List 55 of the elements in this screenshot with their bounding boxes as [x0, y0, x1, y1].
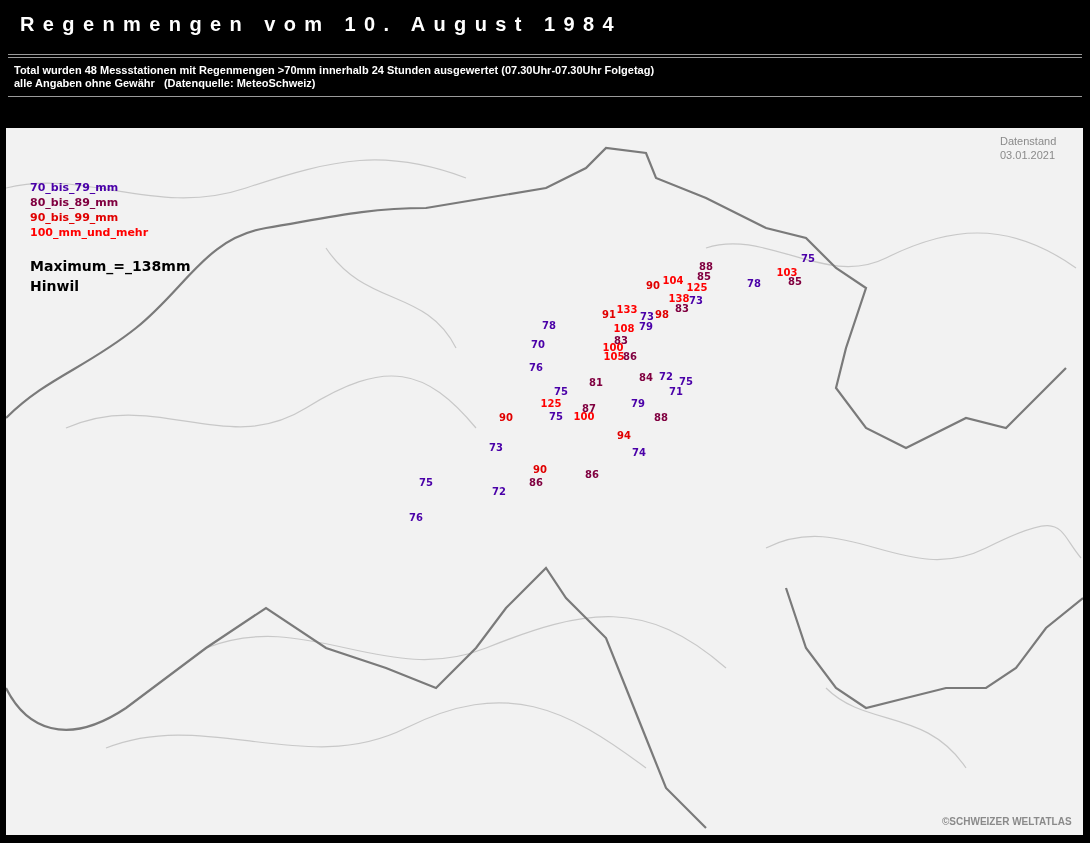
rainfall-value: 90	[499, 411, 513, 423]
rainfall-value: 73	[689, 294, 703, 306]
page-title: Regenmengen vom 10. August 1984	[20, 12, 622, 37]
legend-entry: 100_mm_und_mehr	[30, 225, 149, 240]
rainfall-value: 85	[697, 270, 711, 282]
rainfall-value: 88	[699, 260, 713, 272]
rainfall-value: 86	[585, 468, 599, 480]
rainfall-value: 108	[613, 322, 635, 334]
rainfall-value: 86	[529, 476, 543, 488]
info-text: Total wurden 48 Messstationen mit Regenmengen >70mm innerhalb 24 Stunden ausgewertet (07.30Uhr-07.30Uhr Folgetag)	[14, 64, 656, 77]
rainfall-value: 76	[529, 361, 543, 373]
rainfall-value: 138	[668, 292, 690, 304]
data-date-label: Datenstand	[1000, 134, 1057, 148]
rainfall-value: 98	[655, 308, 669, 320]
rainfall-value: 76	[409, 511, 423, 523]
rainfall-value: 91	[602, 308, 616, 320]
rainfall-value: 75	[419, 476, 433, 488]
rainfall-value: 75	[549, 410, 563, 422]
rainfall-value: 88	[654, 411, 668, 423]
legend-entry: 90_bis_99_mm	[30, 210, 120, 225]
rainfall-value: 75	[801, 252, 815, 264]
rainfall-value: 75	[679, 375, 693, 387]
copyright-text: ©SCHWEIZER WELTATLAS	[942, 815, 1072, 829]
rainfall-value: 103	[776, 266, 798, 278]
rainfall-value: 79	[631, 397, 645, 409]
rainfall-value: 81	[589, 376, 603, 388]
rainfall-value: 71	[669, 385, 683, 397]
maximum-location: Hinwil	[30, 277, 80, 296]
rainfall-value: 79	[639, 320, 653, 332]
rainfall-value: 78	[747, 277, 761, 289]
rainfall-value: 74	[632, 446, 646, 458]
rainfall-value: 86	[623, 350, 637, 362]
rainfall-value: 73	[640, 310, 654, 322]
rainfall-value: 133	[616, 303, 638, 315]
rainfall-value: 90	[646, 279, 660, 291]
rainfall-value: 78	[542, 319, 556, 331]
rainfall-value: 125	[540, 397, 562, 409]
rainfall-value: 105	[603, 350, 625, 362]
rainfall-value: 94	[617, 429, 631, 441]
rainfall-value: 125	[686, 281, 708, 293]
legend-entry: 80_bis_89_mm	[30, 195, 120, 210]
maximum-label: Maximum_=_138mm	[30, 257, 191, 276]
rainfall-value: 90	[533, 463, 547, 475]
legend-entry: 70_bis_79_mm	[30, 180, 120, 195]
rainfall-value: 70	[531, 338, 545, 350]
info-text: alle Angaben ohne Gewähr (Datenquelle: MeteoSchweiz)	[14, 77, 317, 90]
rainfall-value: 84	[639, 371, 653, 383]
rainfall-value: 104	[662, 274, 684, 286]
rainfall-value: 72	[492, 485, 506, 497]
rainfall-value: 73	[489, 441, 503, 453]
rainfall-value: 83	[675, 302, 689, 314]
rainfall-value: 85	[788, 275, 802, 287]
rainfall-value: 75	[554, 385, 568, 397]
data-date-value: 03.01.2021	[1000, 148, 1057, 162]
rainfall-value: 72	[659, 370, 673, 382]
